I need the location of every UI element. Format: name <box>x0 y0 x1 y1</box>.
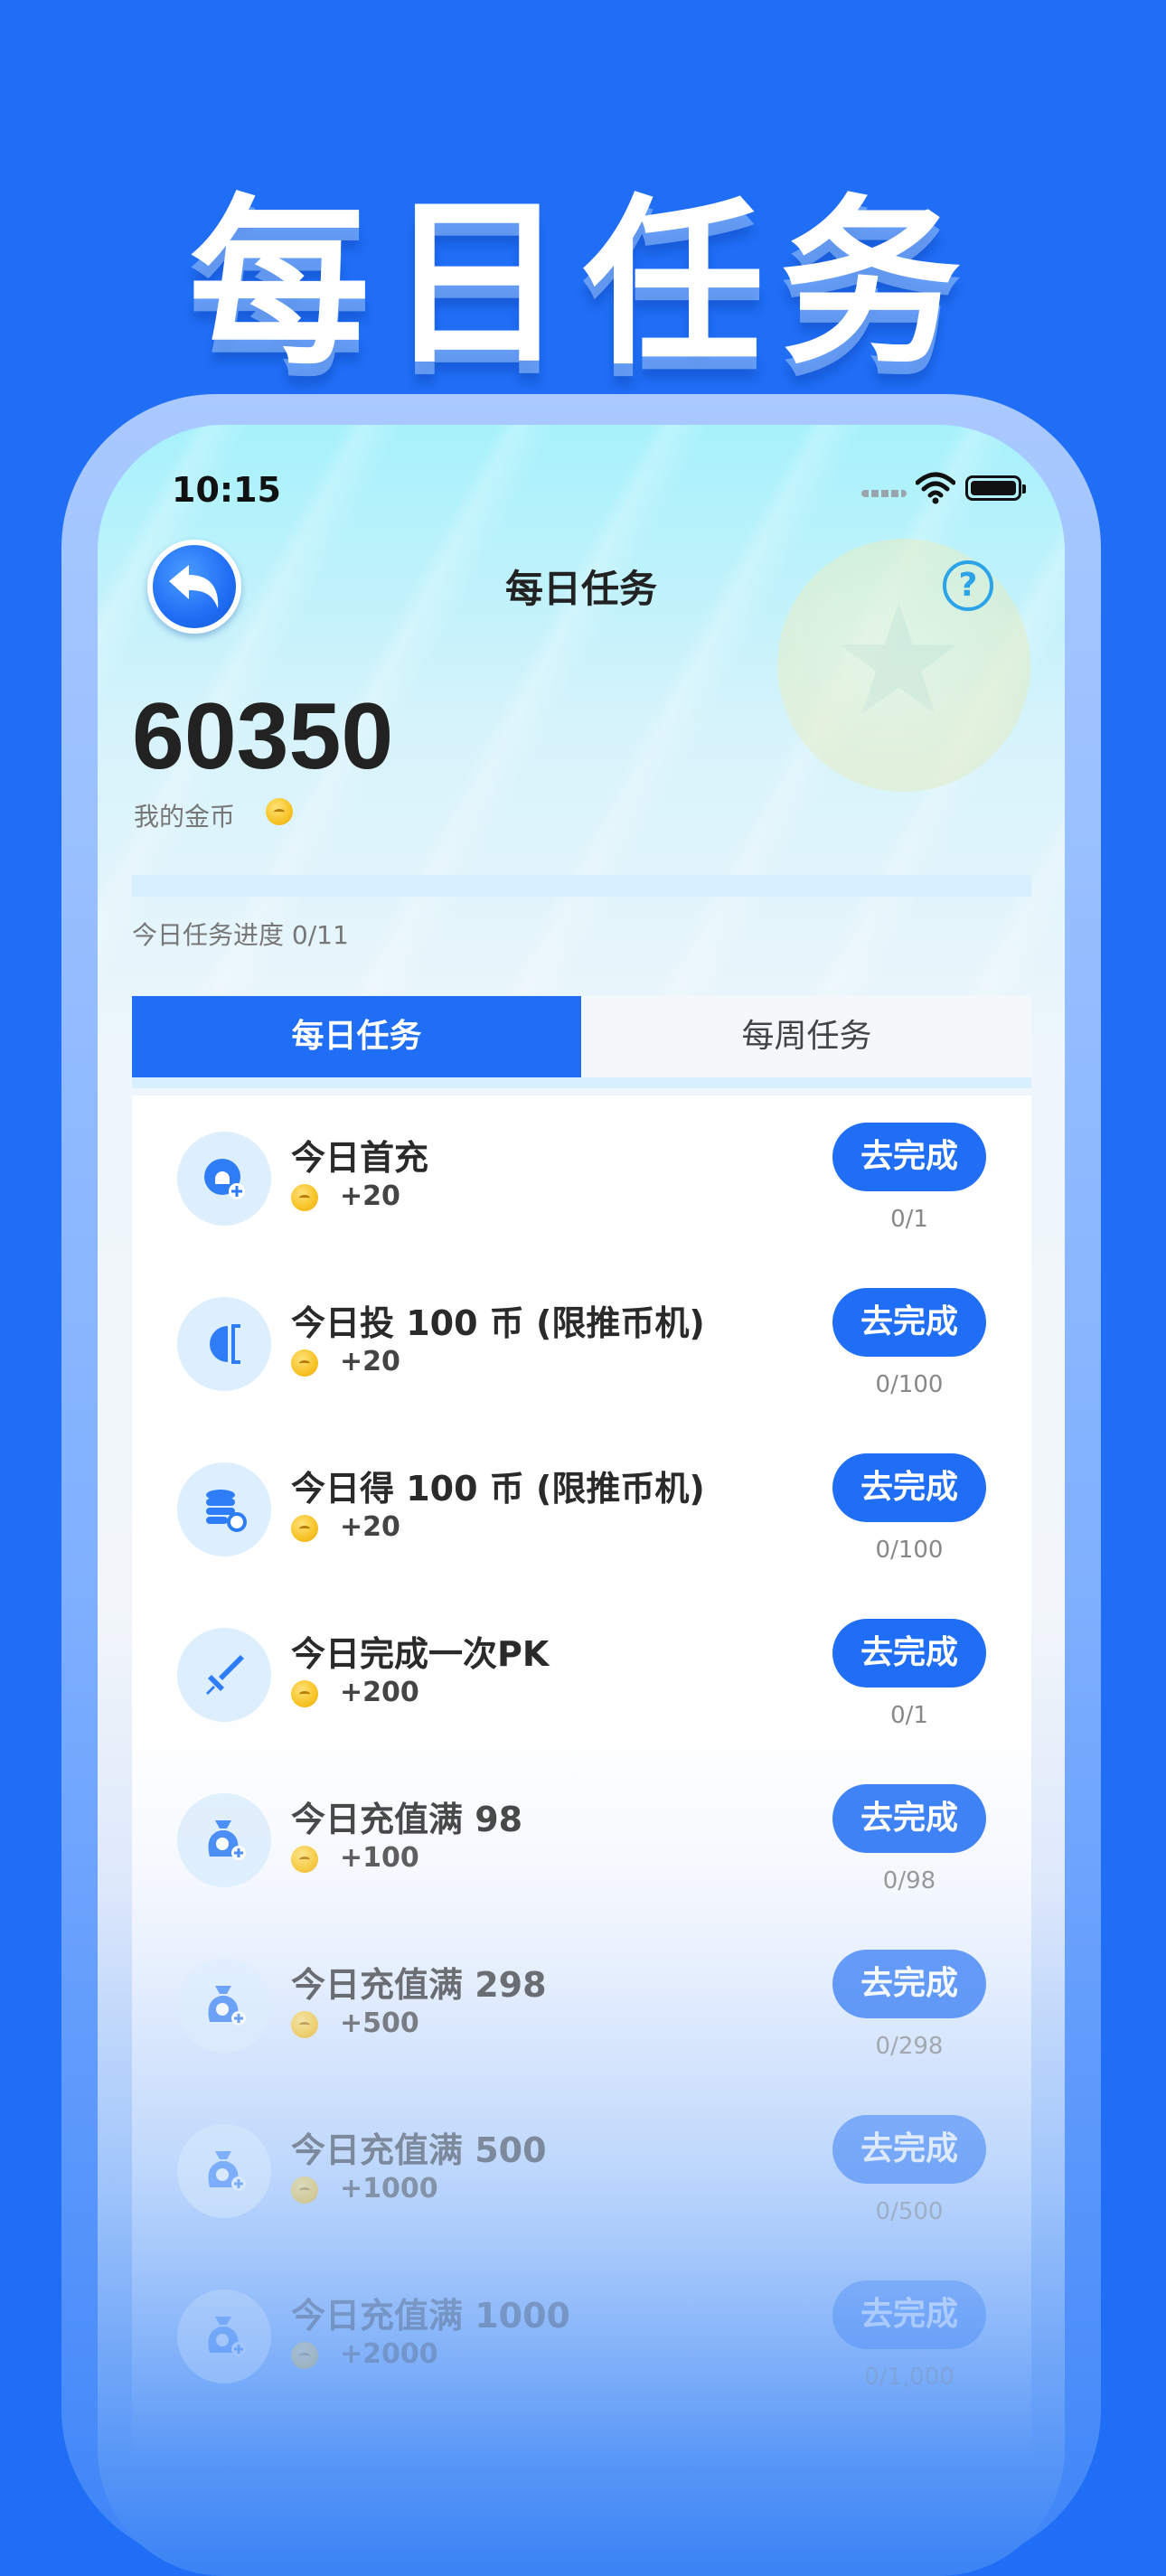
phone-screen: ★ 10:15 每日任务 ? 60350 我的金币 今日任务进度 0/11 每日… <box>98 425 1065 2576</box>
wifi-icon <box>916 472 955 504</box>
tab-underline <box>132 1077 1031 1088</box>
coin-stack-icon <box>177 1462 271 1556</box>
task-item: 今日充值满 298 +500 去完成 0/298 <box>132 1923 1031 2088</box>
task-title: 今日充值满 98 <box>291 1800 523 1839</box>
task-reward-value: +500 <box>340 2007 419 2039</box>
task-item: 今日首充 +20 去完成 0/1 <box>132 1095 1031 1261</box>
tab-daily-tasks[interactable]: 每日任务 <box>132 996 581 1077</box>
task-reward-value: +1000 <box>340 2173 438 2205</box>
task-reward: +100 <box>291 1842 419 1874</box>
tab-weekly-tasks[interactable]: 每周任务 <box>582 996 1031 1077</box>
task-reward: +200 <box>291 1677 419 1708</box>
task-item: 今日投 100 币 (限推币机) +20 去完成 0/100 <box>132 1261 1031 1426</box>
task-reward: +20 <box>291 1511 400 1543</box>
recharge-icon <box>177 1132 271 1226</box>
task-count: 0/1,000 <box>864 2364 954 2391</box>
task-item: 今日充值满 1000 +2000 去完成 0/1,000 <box>132 2253 1031 2419</box>
go-complete-button[interactable]: 去完成 <box>832 2280 986 2349</box>
task-title: 今日充值满 298 <box>291 1965 547 2005</box>
task-count: 0/1 <box>890 1206 928 1233</box>
coin-balance: 60350 <box>132 684 394 789</box>
go-complete-button[interactable]: 去完成 <box>832 1950 986 2018</box>
task-title: 今日投 100 币 (限推币机) <box>291 1303 705 1343</box>
task-count: 0/98 <box>882 1867 936 1894</box>
coin-icon <box>291 1845 318 1873</box>
coin-icon <box>291 1349 318 1377</box>
coin-icon <box>291 1514 318 1542</box>
go-complete-button[interactable]: 去完成 <box>832 1453 986 1522</box>
coin-icon <box>291 2010 318 2038</box>
task-item: 今日完成一次PK +200 去完成 0/1 <box>132 1592 1031 1757</box>
task-reward-value: +2000 <box>340 2338 438 2370</box>
task-progress-bar <box>132 875 1031 897</box>
battery-icon <box>965 475 1026 501</box>
task-reward: +20 <box>291 1346 400 1377</box>
go-complete-button[interactable]: 去完成 <box>832 2115 986 2184</box>
task-title: 今日充值满 1000 <box>291 2296 570 2336</box>
coin-icon <box>291 2341 318 2369</box>
task-reward-value: +20 <box>340 1346 400 1377</box>
coin-icon <box>291 1183 318 1211</box>
task-count: 0/100 <box>875 1371 944 1398</box>
task-progress-text: 今日任务进度 0/11 <box>132 920 349 950</box>
task-title: 今日得 100 币 (限推币机) <box>291 1469 705 1509</box>
coin-icon <box>291 2176 318 2204</box>
task-list: 今日首充 +20 去完成 0/1 今日投 100 币 (限推币机) +20 去完… <box>132 1095 1031 2576</box>
task-count: 0/298 <box>875 2033 944 2060</box>
sword-icon <box>177 1628 271 1722</box>
status-bar: 10:15 <box>98 463 1065 517</box>
banner-title: 每日任务 <box>188 179 977 390</box>
page-title: 每日任务 <box>504 567 657 611</box>
task-title: 今日完成一次PK <box>291 1634 550 1674</box>
task-count: 0/1 <box>890 1702 928 1729</box>
money-bag-icon <box>177 2289 271 2383</box>
go-complete-button[interactable]: 去完成 <box>832 1619 986 1688</box>
task-count: 0/100 <box>875 1537 944 1564</box>
task-reward: +500 <box>291 2007 419 2039</box>
status-time: 10:15 <box>172 470 281 510</box>
task-item: 今日得 100 币 (限推币机) +20 去完成 0/100 <box>132 1426 1031 1592</box>
task-reward-value: +200 <box>340 1677 419 1708</box>
task-reward: +20 <box>291 1180 400 1212</box>
coin-icon <box>266 798 293 825</box>
task-item: 今日充值满 500 +1000 去完成 0/500 <box>132 2088 1031 2253</box>
task-reward-value: +20 <box>340 1180 400 1212</box>
help-button[interactable]: ? <box>943 560 993 611</box>
task-item: 今日充值满 98 +100 去完成 0/98 <box>132 1757 1031 1923</box>
go-complete-button[interactable]: 去完成 <box>832 1123 986 1191</box>
signal-icon <box>861 490 907 497</box>
coin-insert-icon <box>177 1297 271 1391</box>
task-reward: +2000 <box>291 2338 438 2370</box>
task-count: 0/500 <box>875 2198 944 2225</box>
money-bag-icon <box>177 1959 271 2053</box>
task-reward-value: +20 <box>340 1511 400 1543</box>
coin-icon <box>291 1679 318 1707</box>
go-complete-button[interactable]: 去完成 <box>832 1288 986 1357</box>
task-reward: +1000 <box>291 2173 438 2205</box>
money-bag-icon <box>177 2124 271 2218</box>
task-title: 今日充值满 500 <box>291 2130 547 2170</box>
go-complete-button[interactable]: 去完成 <box>832 1784 986 1853</box>
task-title: 今日首充 <box>291 1138 429 1178</box>
task-reward-value: +100 <box>340 1842 419 1874</box>
task-tabs: 每日任务 每周任务 <box>132 996 1031 1088</box>
coin-balance-label: 我的金币 <box>134 802 236 832</box>
money-bag-icon <box>177 1793 271 1887</box>
